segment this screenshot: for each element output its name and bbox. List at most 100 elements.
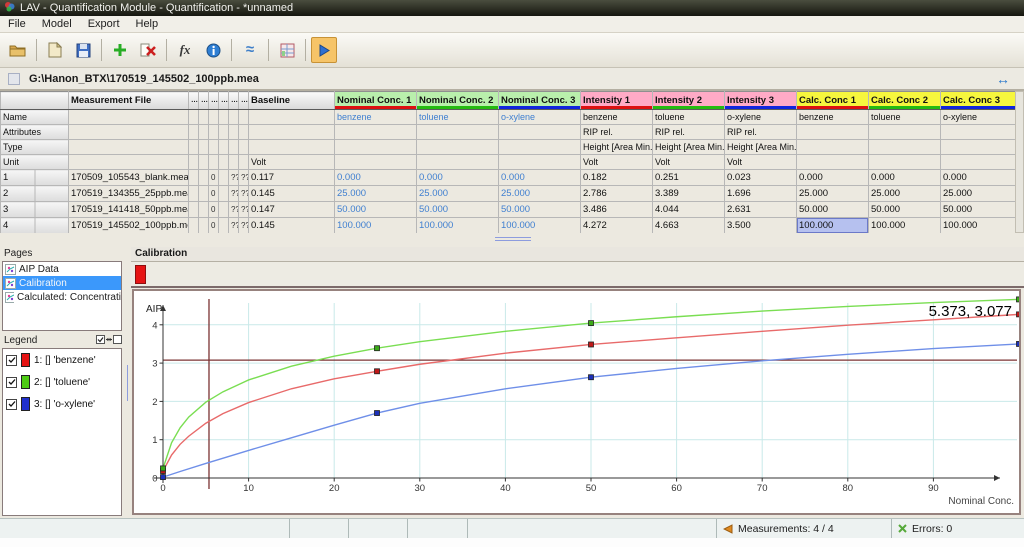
table-cell[interactable]: RIP rel. [653,125,725,140]
table-cell[interactable]: 100.000 [417,218,499,234]
table-cell[interactable] [499,140,581,155]
table-cell[interactable]: 0.251 [653,170,725,186]
table-cell[interactable] [869,140,941,155]
table-cell[interactable]: RIP rel. [725,125,797,140]
table-cell[interactable]: 1 [1,170,69,186]
table-cell[interactable] [239,110,249,125]
table-cell[interactable]: 50.000 [335,202,417,218]
table-cell[interactable]: RIP rel. [581,125,653,140]
table-cell[interactable]: 170519_134355_25ppb.mea [69,186,189,202]
table-cell[interactable]: 0.000 [335,170,417,186]
new-document-button[interactable] [42,37,68,63]
table-cell[interactable]: Volt [581,155,653,170]
table-cell[interactable]: 3 [1,202,69,218]
table-cell[interactable] [219,170,229,186]
table-cell[interactable]: 0.000 [499,170,581,186]
table-cell[interactable]: 0.000 [797,170,869,186]
table-cell[interactable] [189,218,199,234]
table-cell[interactable]: 0.145 [249,218,335,234]
table-cell[interactable] [797,155,869,170]
table-cell[interactable] [335,140,417,155]
table-cell[interactable]: 0.147 [249,202,335,218]
column-header-calc3[interactable]: Calc. Conc 3 [941,92,1016,110]
table-cell[interactable]: 100.000 [869,218,941,234]
table-cell[interactable] [189,186,199,202]
table-cell[interactable]: Volt [653,155,725,170]
table-cell[interactable]: 0.000 [869,170,941,186]
path-toggle-icon[interactable] [8,73,20,85]
column-header-nom1[interactable]: Nominal Conc. 1 [335,92,417,110]
table-cell[interactable]: 100.000 [797,218,869,234]
table-cell[interactable]: Height [Area Min.] [581,140,653,155]
table-cell[interactable]: o-xylene [725,110,797,125]
table-cell[interactable]: toluene [653,110,725,125]
table-cell[interactable]: 0 [209,218,219,234]
table-cell[interactable] [199,110,209,125]
column-header-calc2[interactable]: Calc. Conc 2 [869,92,941,110]
legend-tools-icon[interactable] [96,335,122,345]
table-cell[interactable] [941,125,1016,140]
table-cell[interactable]: 170519_141418_50ppb.mea [69,202,189,218]
table-cell[interactable]: benzene [335,110,417,125]
table-cell[interactable] [797,140,869,155]
table-cell[interactable] [189,110,199,125]
column-header-calc1[interactable]: Calc. Conc 1 [797,92,869,110]
table-cell[interactable] [219,218,229,234]
table-cell[interactable]: Name [1,110,69,125]
column-header-int2[interactable]: Intensity 2 [653,92,725,110]
table-cell[interactable]: Attributes [1,125,69,140]
table-cell[interactable]: 0.145 [249,186,335,202]
table-cell[interactable]: Height [Area Min.] [653,140,725,155]
column-header-nom2[interactable]: Nominal Conc. 2 [417,92,499,110]
table-cell[interactable]: ?? [239,186,249,202]
table-cell[interactable] [239,125,249,140]
table-cell[interactable]: 50.000 [417,202,499,218]
table-cell[interactable] [335,155,417,170]
column-header-baseline[interactable]: Baseline [249,92,335,110]
table-cell[interactable]: ?? [229,202,239,218]
table-cell[interactable] [69,140,189,155]
table-cell[interactable]: 25.000 [797,186,869,202]
table-cell[interactable] [229,125,239,140]
table-cell[interactable] [189,170,199,186]
table-cell[interactable] [199,186,209,202]
compare-button[interactable]: ≈ [237,37,263,63]
table-cell[interactable] [417,155,499,170]
table-cell[interactable]: 0 [209,170,219,186]
table-cell[interactable]: ?? [229,186,239,202]
table-cell[interactable] [189,140,199,155]
table-vertical-scrollbar[interactable] [1015,91,1024,233]
table-cell[interactable]: 3.486 [581,202,653,218]
info-button[interactable] [200,37,226,63]
legend-checkbox[interactable] [6,399,17,410]
column-header-n2[interactable]: … [199,92,209,110]
table-cell[interactable] [219,140,229,155]
column-header-n1[interactable]: … [189,92,199,110]
horizontal-splitter[interactable] [0,233,1024,247]
table-cell[interactable] [797,125,869,140]
table-cell[interactable]: 25.000 [417,186,499,202]
table-cell[interactable]: ?? [239,170,249,186]
table-cell[interactable]: 0.000 [941,170,1016,186]
table-cell[interactable]: o-xylene [499,110,581,125]
table-cell[interactable]: Height [Area Min.] [725,140,797,155]
table-cell[interactable] [229,140,239,155]
table-cell[interactable]: 0.000 [417,170,499,186]
table-cell[interactable]: Volt [249,155,335,170]
table-cell[interactable]: 2.631 [725,202,797,218]
open-folder-button[interactable] [5,37,31,63]
table-cell[interactable] [941,155,1016,170]
chart-svg[interactable]: 010203040506070809001234AIPNominal Conc.… [134,291,1019,513]
table-cell[interactable] [69,155,189,170]
column-header-nom3[interactable]: Nominal Conc. 3 [499,92,581,110]
table-cell[interactable] [219,125,229,140]
table-cell[interactable] [219,202,229,218]
table-cell[interactable] [249,140,335,155]
legend-checkbox[interactable] [6,355,17,366]
splitter-grip[interactable] [127,365,130,401]
table-cell[interactable]: 100.000 [335,218,417,234]
save-button[interactable] [70,37,96,63]
column-header-n4[interactable]: …t [219,92,229,110]
table-cell[interactable]: toluene [869,110,941,125]
menu-item-export[interactable]: Export [80,17,128,31]
